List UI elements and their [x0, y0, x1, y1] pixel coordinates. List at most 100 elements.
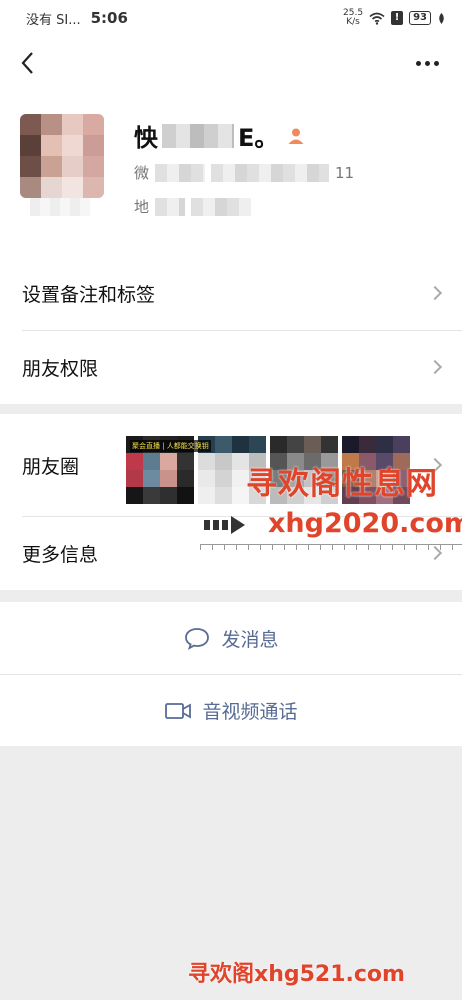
avatar-pixel: [41, 156, 62, 177]
moments-thumb-caption: 聚会直播 | 人都能交换钥: [130, 440, 211, 452]
id-mosaic-2: [211, 163, 330, 182]
avatar-blur-residue: [30, 198, 90, 216]
net-speed-unit: K/s: [346, 17, 360, 27]
profile-header: 怏 E。 微 11 地: [0, 92, 462, 256]
remark-tags-item[interactable]: 设置备注和标签: [0, 256, 462, 330]
wechat-id-prefix: 微: [134, 164, 150, 182]
thumb-pixel: [342, 436, 359, 453]
thumb-pixel: [215, 487, 232, 504]
avatar-pixel: [41, 114, 62, 135]
thumb-pixel: [215, 436, 232, 453]
status-time: 5:06: [90, 9, 128, 27]
top-nav-bar: [0, 36, 462, 92]
thumb-pixel: [143, 453, 160, 470]
status-bar: 没有 SI... 5:06 25.5 K/s ! 93: [0, 0, 462, 36]
thumb-pixel: [215, 453, 232, 470]
thumb-pixel: [177, 453, 194, 470]
avatar-pixel: [83, 177, 104, 198]
id-mosaic-1: [155, 163, 206, 182]
avatar-pixel: [62, 135, 83, 156]
region-mosaic-2: [191, 197, 252, 216]
avatar-pixel: [20, 135, 41, 156]
contact-name-start: 怏: [134, 124, 158, 152]
back-arrow-icon: [21, 52, 33, 74]
remark-tags-label: 设置备注和标签: [22, 283, 156, 306]
avatar-pixel: [20, 114, 41, 135]
avatar-pixel: [41, 135, 62, 156]
watermark-domain: xhg2020.com: [268, 508, 462, 539]
thumb-pixel: [160, 453, 177, 470]
thumb-pixel: [304, 436, 321, 453]
more-dots-icon: [415, 60, 421, 66]
thumb-pixel: [376, 436, 393, 453]
settings-group: 设置备注和标签 朋友权限: [0, 256, 462, 404]
contact-name-end: E。: [238, 124, 279, 152]
avatar-pixel: [83, 135, 104, 156]
region-line: 地: [134, 196, 252, 217]
thumb-pixel: [160, 487, 177, 504]
thumb-pixel: [177, 470, 194, 487]
thumb-pixel: [126, 487, 143, 504]
thumb-pixel: [198, 453, 215, 470]
person-icon: [288, 128, 304, 144]
thumb-pixel: [177, 487, 194, 504]
voice-video-call-label: 音视频通话: [202, 701, 298, 723]
friend-permissions-label: 朋友权限: [22, 357, 99, 380]
name-mosaic: [162, 123, 234, 148]
more-dot: [433, 60, 439, 66]
chevron-right-icon: [427, 285, 443, 301]
region-prefix: 地: [134, 198, 150, 216]
send-message-label: 发消息: [221, 628, 279, 651]
video-camera-icon: [165, 702, 192, 719]
thumb-pixel: [198, 470, 215, 487]
voice-video-call-button[interactable]: 音视频通话: [0, 674, 462, 746]
wifi-icon: [369, 12, 385, 25]
watermark-site-cn: 寻欢阁性息网: [246, 466, 438, 502]
signal-alert-icon: !: [391, 11, 404, 25]
thumb-pixel: [126, 470, 143, 487]
region-mosaic-1: [155, 197, 186, 216]
thumb-pixel: [249, 436, 266, 453]
avatar-pixel: [83, 156, 104, 177]
watermark-bottom: 寻欢阁xhg521.com: [188, 962, 405, 987]
wechat-id-suffix: 11: [335, 163, 355, 182]
chat-bubble-icon: [185, 628, 210, 650]
thumb-pixel: [393, 436, 410, 453]
thumb-pixel: [287, 436, 304, 453]
more-dot: [424, 60, 430, 66]
avatar[interactable]: [20, 114, 104, 198]
thumb-pixel: [160, 470, 177, 487]
watermark-arrow-icon: [204, 516, 245, 534]
more-info-label: 更多信息: [22, 543, 99, 566]
avatar-pixel: [62, 177, 83, 198]
leaf-icon: [439, 12, 444, 24]
carrier-text: 没有 SI...: [26, 12, 81, 28]
thumb-pixel: [143, 487, 160, 504]
moments-label: 朋友圈: [22, 455, 80, 478]
avatar-pixel: [41, 177, 62, 198]
send-message-button[interactable]: 发消息: [0, 602, 462, 674]
avatar-pixel: [20, 177, 41, 198]
avatar-pixel: [62, 156, 83, 177]
chevron-right-icon: [427, 359, 443, 375]
thumb-pixel: [359, 436, 376, 453]
thumb-pixel: [143, 470, 160, 487]
avatar-pixel: [83, 114, 104, 135]
watermark-ruler: [200, 544, 462, 550]
thumb-pixel: [198, 487, 215, 504]
avatar-pixel: [20, 156, 41, 177]
status-right: 25.5 K/s ! 93: [343, 9, 446, 27]
contact-name-row: 怏 E。: [134, 118, 306, 153]
more-options-button[interactable]: [410, 48, 444, 78]
avatar-pixel: [62, 114, 83, 135]
thumb-pixel: [270, 436, 287, 453]
net-speed: 25.5 K/s: [343, 9, 363, 27]
thumb-pixel: [215, 470, 232, 487]
friend-permissions-item[interactable]: 朋友权限: [0, 330, 462, 404]
thumb-pixel: [321, 436, 338, 453]
thumb-pixel: [126, 453, 143, 470]
status-left: 没有 SI... 5:06: [26, 9, 128, 28]
battery-icon: 93: [409, 11, 431, 25]
action-group: 发消息 音视频通话: [0, 602, 462, 746]
back-button[interactable]: [14, 48, 44, 78]
